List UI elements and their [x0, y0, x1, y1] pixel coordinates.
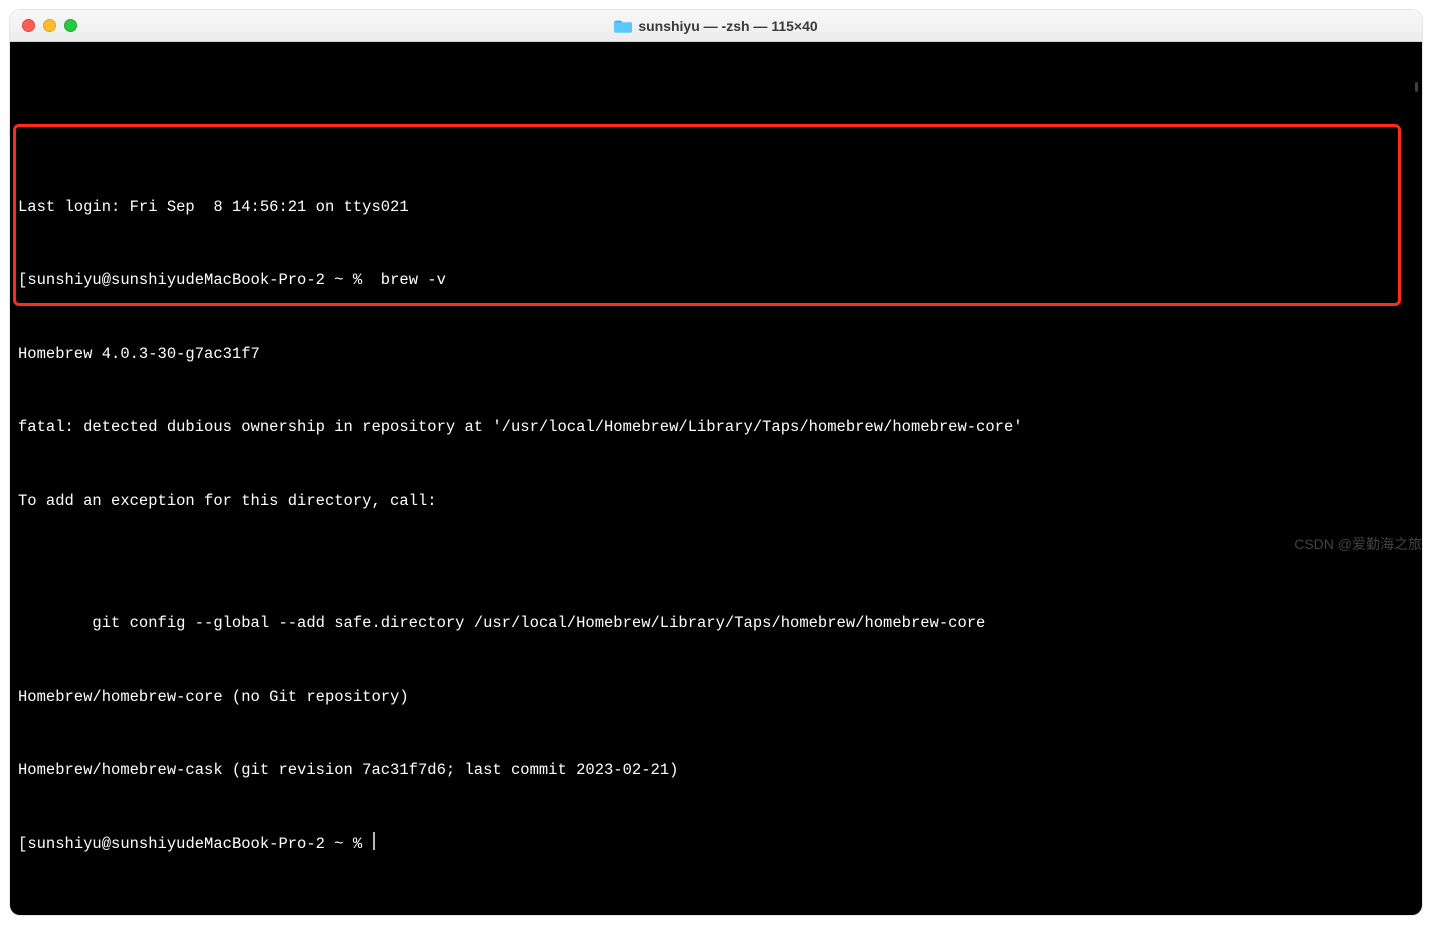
prompt-user-host: sunshiyu@sunshiyudeMacBook-Pro-2	[27, 271, 325, 289]
window-titlebar[interactable]: sunshiyu — -zsh — 115×40	[10, 10, 1422, 42]
minimize-button[interactable]	[43, 19, 56, 32]
output-line: To add an exception for this directory, …	[18, 489, 1414, 513]
prompt-bracket: [	[18, 835, 27, 853]
prompt-line: [sunshiyu@sunshiyudeMacBook-Pro-2 ~ % br…	[18, 268, 1414, 292]
prompt-user-host: sunshiyu@sunshiyudeMacBook-Pro-2	[27, 835, 325, 853]
window-title: sunshiyu — -zsh — 115×40	[638, 18, 817, 34]
output-line: Last login: Fri Sep 8 14:56:21 on ttys02…	[18, 195, 1414, 219]
output-line: Homebrew/homebrew-cask (git revision 7ac…	[18, 758, 1414, 782]
output-line: fatal: detected dubious ownership in rep…	[18, 415, 1414, 439]
prompt-path: ~ %	[325, 271, 372, 289]
output-line: Homebrew 4.0.3-30-g7ac31f7	[18, 342, 1414, 366]
cursor	[373, 832, 375, 850]
prompt-line: [sunshiyu@sunshiyudeMacBook-Pro-2 ~ %	[18, 832, 1414, 856]
prompt-bracket: [	[18, 271, 27, 289]
close-button[interactable]	[22, 19, 35, 32]
maximize-button[interactable]	[64, 19, 77, 32]
prompt-path: ~ %	[325, 835, 372, 853]
output-line: git config --global --add safe.directory…	[18, 611, 1414, 635]
folder-icon	[614, 19, 632, 33]
window-title-wrap: sunshiyu — -zsh — 115×40	[10, 18, 1422, 34]
command-text: brew -v	[371, 271, 445, 289]
terminal-window: sunshiyu — -zsh — 115×40 Last login: Fri…	[10, 10, 1422, 915]
terminal-body[interactable]: Last login: Fri Sep 8 14:56:21 on ttys02…	[10, 42, 1422, 915]
traffic-lights	[22, 19, 77, 32]
output-line: Homebrew/homebrew-core (no Git repositor…	[18, 685, 1414, 709]
scrollbar-thumb[interactable]	[1415, 82, 1418, 92]
